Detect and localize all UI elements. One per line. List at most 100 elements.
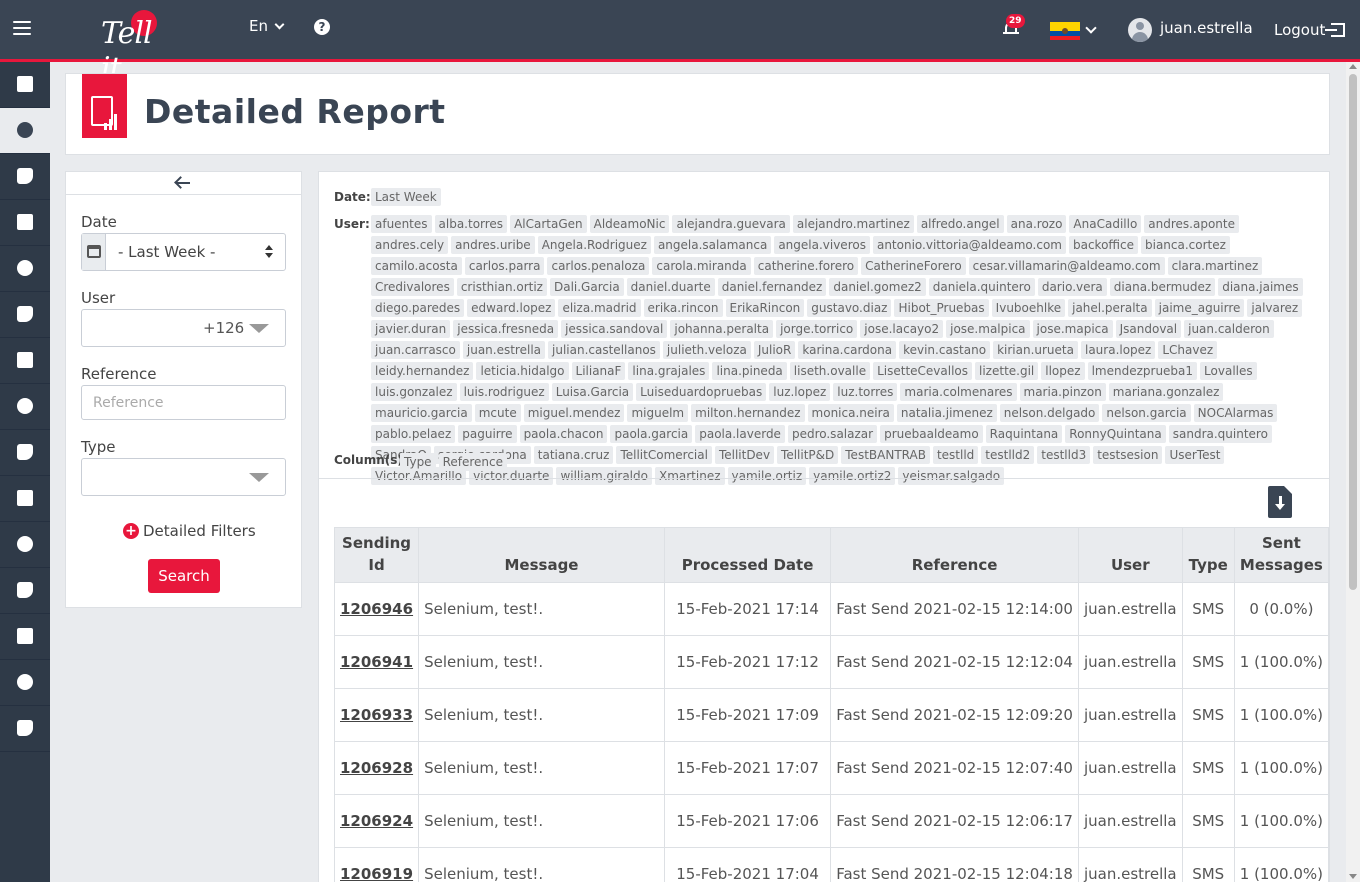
scrollbar-thumb[interactable] [1349,74,1357,590]
date-select[interactable]: - Last Week - [81,233,286,271]
sidebar-item-comments[interactable] [0,522,50,568]
sending-id-link[interactable]: 1206933 [340,706,413,724]
table-row[interactable]: 1206924 Selenium, test!. 15-Feb-2021 17:06… [333,794,1329,848]
user-tag: yamile.ortiz2 [809,467,896,485]
cell-type: SMS [1181,688,1235,742]
sidebar-item-edit[interactable] [0,292,50,338]
user-tag: daniela.quintero [928,278,1035,296]
user-tag: eliza.madrid [558,299,641,317]
search-button[interactable]: Search [148,559,220,593]
sending-id-link[interactable]: 1206941 [340,653,413,671]
date-label: Date [81,213,117,231]
table-row[interactable]: 1206946 Selenium, test!. 15-Feb-2021 17:14… [333,582,1329,636]
table-row[interactable]: 1206919 Selenium, test!. 15-Feb-2021 17:04… [333,847,1329,882]
user-tag: tatiana.cruz [533,446,614,464]
ecuador-flag-icon[interactable] [1050,22,1080,40]
user-avatar-icon[interactable] [1128,18,1152,42]
sending-id-link[interactable]: 1206946 [340,600,413,618]
hamburger-menu-icon[interactable] [13,21,31,35]
scroll-up-icon[interactable] [1349,64,1357,69]
sidebar-item-comments-dots[interactable] [0,614,50,660]
username[interactable]: juan.estrella [1160,19,1253,37]
collapse-filters-button[interactable] [66,172,301,195]
sidebar-item-comments-alt[interactable] [0,568,50,614]
language-selector[interactable]: En [249,17,285,35]
user-tag: gustavo.diaz [807,299,892,317]
sidebar-item-phone-book[interactable] [0,430,50,476]
reference-input-wrapper [81,385,286,420]
user-tag: daniel.gomez2 [829,278,926,296]
table-row[interactable]: 1206928 Selenium, test!. 15-Feb-2021 17:07… [333,741,1329,795]
chevron-down-icon[interactable] [1085,22,1097,34]
sending-id-link[interactable]: 1206919 [340,865,413,882]
sidebar-item-chat[interactable] [0,338,50,384]
user-tag: leidy.hernandez [371,362,474,380]
sidebar-item-checklist[interactable] [0,246,50,292]
table-row[interactable]: 1206933 Selenium, test!. 15-Feb-2021 17:09… [333,688,1329,742]
tellit-logo[interactable]: Tell it [101,10,165,86]
sidebar-item-envelope[interactable] [0,476,50,522]
user-tag: mariana.gonzalez [1108,383,1224,401]
user-tag: nelson.garcia [1102,404,1191,422]
sidebar-item-tools[interactable] [0,706,50,752]
sidebar-item-comment[interactable] [0,384,50,430]
user-tag: pedro.salazar [787,425,878,443]
user-tag: paola.garcia [610,425,693,443]
sending-id-link[interactable]: 1206928 [340,759,413,777]
scroll-down-icon[interactable] [1349,874,1357,879]
col-header-sent-messages[interactable]: Sent Messages [1233,527,1329,583]
user-tag: juan.calderon [1184,320,1274,338]
user-tag: jose.lacayo2 [860,320,944,338]
notification-badge: 29 [1006,14,1025,28]
summary-user-label: User: [334,217,370,231]
home-icon [17,76,33,92]
cell-processed-date: 15-Feb-2021 17:14 [663,582,832,636]
sidebar-item-file[interactable] [0,200,50,246]
col-header-reference[interactable]: Reference [830,527,1079,583]
cell-message: Selenium, test!. [418,582,665,636]
sending-id-link[interactable]: 1206924 [340,812,413,830]
page-scrollbar[interactable] [1346,62,1360,882]
user-tag: pruebaaldeamo [880,425,983,443]
user-tag: mcute [474,404,521,422]
user-tag: sandra.quintero [1168,425,1272,443]
cell-sent-messages: 1 (100.0%) [1233,794,1329,848]
table-row[interactable]: 1206941 Selenium, test!. 15-Feb-2021 17:12… [333,635,1329,689]
user-tag: Luisa.Garcia [551,383,634,401]
detailed-filters-link[interactable]: + Detailed Filters [123,522,256,540]
cell-reference: Fast Send 2021-02-15 12:06:17 [830,794,1079,848]
page-title: Detailed Report [144,92,446,131]
comments-alt-icon [17,582,33,598]
user-count: +126 [203,319,245,337]
user-tag: Hibot_Pruebas [894,299,989,317]
sidebar-item-dashboard[interactable] [0,660,50,706]
user-tag: cristhian.ortiz [456,278,547,296]
user-multiselect[interactable]: +126 [81,309,286,347]
col-header-user[interactable]: User [1077,527,1183,583]
sidebar-item-pie-chart[interactable] [0,108,50,154]
user-tag: andres.aponte [1144,215,1239,233]
user-tag: natalia.jimenez [896,404,997,422]
cell-sending-id: 1206933 [333,688,420,742]
help-icon[interactable]: ? [314,19,330,35]
col-header-message[interactable]: Message [418,527,665,583]
download-file-icon[interactable] [1268,486,1292,518]
user-tag: johanna.peralta [670,320,774,338]
col-header-type[interactable]: Type [1181,527,1235,583]
cell-type: SMS [1181,794,1235,848]
col-header-sending-id[interactable]: Sending Id [333,527,420,583]
user-tag: Ivuboehlke [991,299,1066,317]
pie-chart-icon [17,122,33,138]
user-tag: LilianaF [571,362,626,380]
sidebar-item-home[interactable] [0,62,50,108]
cell-processed-date: 15-Feb-2021 17:07 [663,741,832,795]
cell-message: Selenium, test!. [418,847,665,882]
type-select[interactable] [81,458,286,496]
reference-input[interactable] [82,386,285,419]
logout-button[interactable]: Logout [1274,21,1346,39]
summary-date-label: Date: [334,190,371,204]
user-tag: jaime_aguirre [1154,299,1245,317]
user-tag: maria.colmenares [900,383,1017,401]
col-header-processed-date[interactable]: Processed Date [663,527,832,583]
sidebar-item-user-gear[interactable] [0,154,50,200]
